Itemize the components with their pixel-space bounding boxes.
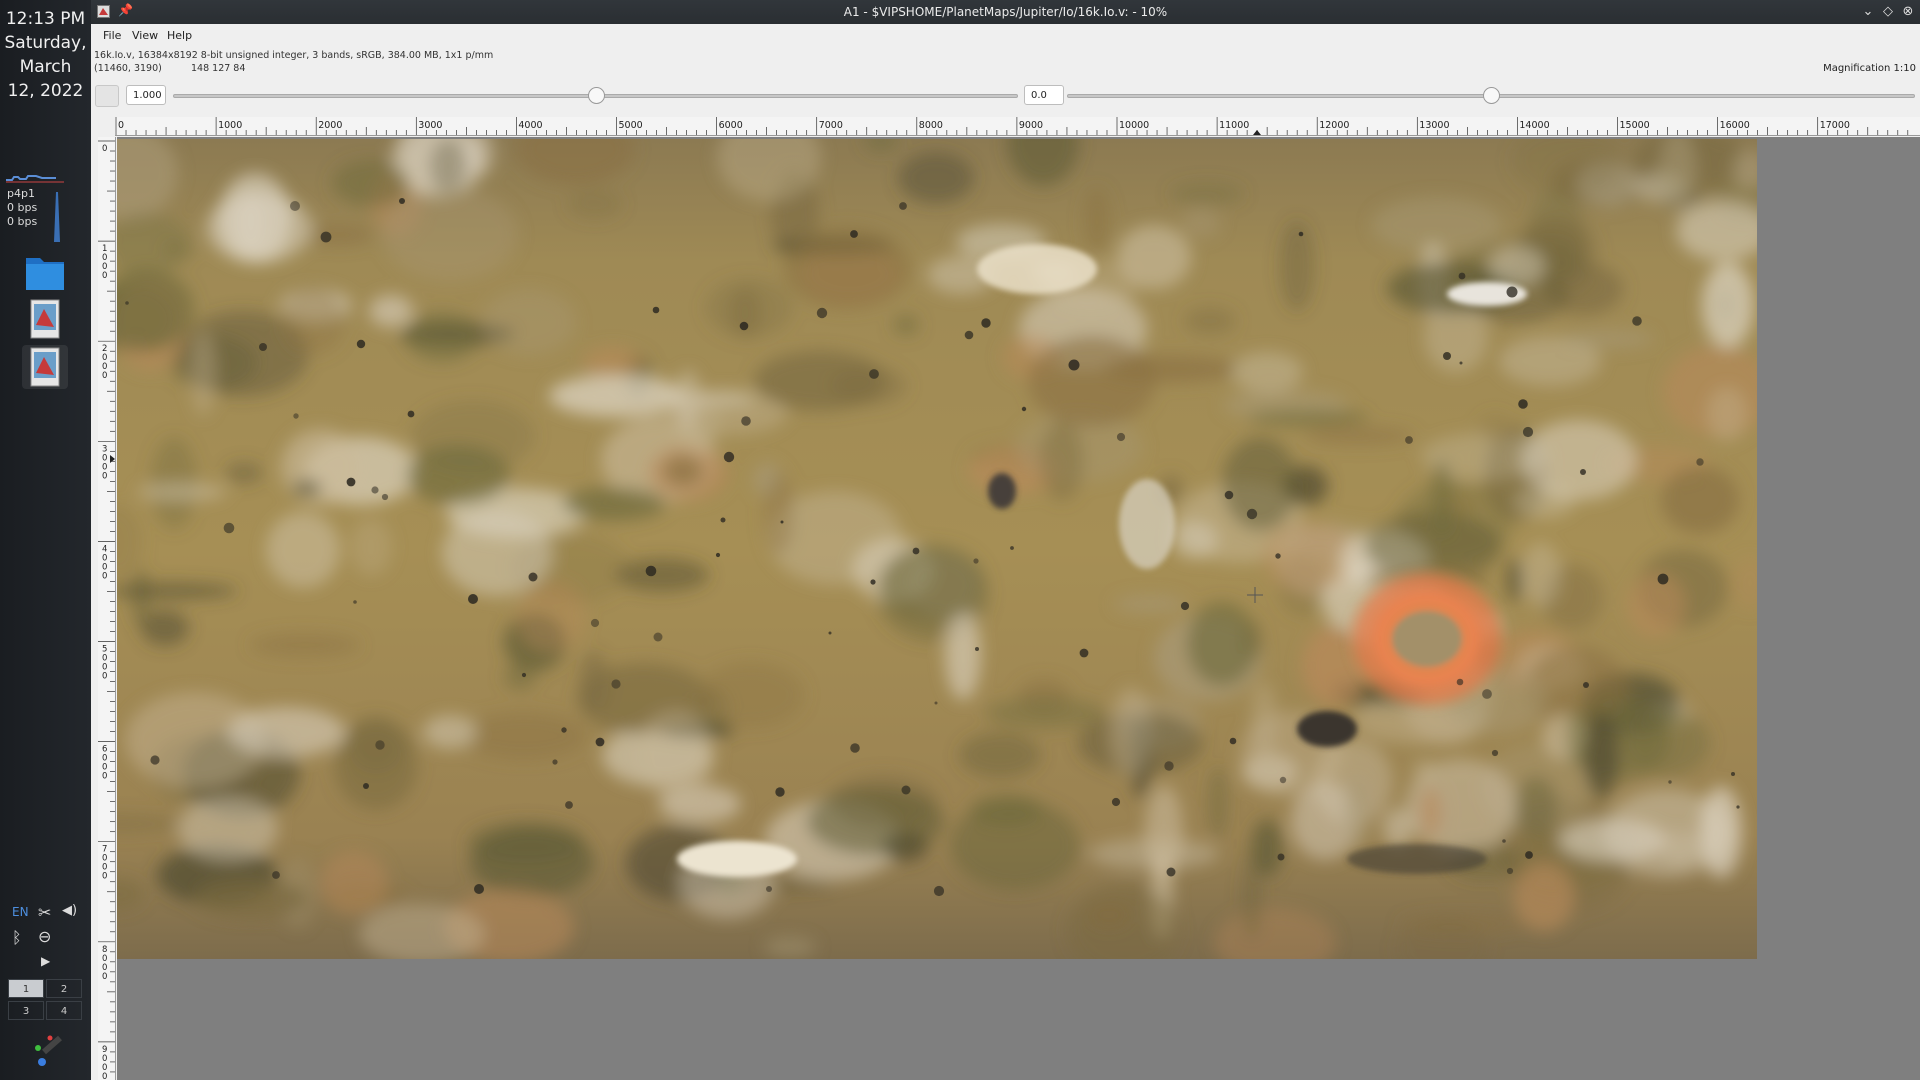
ruler-label: 6000 xyxy=(719,120,743,131)
menu-bar: File View Help xyxy=(91,24,1920,48)
network-monitor: p4p1 0 bps 0 bps xyxy=(7,187,37,229)
workspace-1[interactable]: 1 xyxy=(8,979,44,998)
ruler-cursor-marker xyxy=(110,455,115,463)
display-controls: 1.000 0.0 xyxy=(91,82,1920,112)
vertical-ruler: 0100020003000400050006000700080009000 xyxy=(98,137,116,1080)
ruler-label: 13000 xyxy=(1419,120,1449,131)
offset-input[interactable]: 0.0 xyxy=(1024,85,1064,105)
image-header-info: 16k.Io.v, 16384x8192 8-bit unsigned inte… xyxy=(94,50,494,61)
scissors-icon[interactable]: ✂ xyxy=(38,903,51,922)
ruler-label: 4000 xyxy=(518,120,542,131)
crosshair-cursor-icon xyxy=(1247,587,1263,603)
network-download: 0 bps xyxy=(7,201,38,214)
ruler-label: 14000 xyxy=(1519,120,1549,131)
bluetooth-icon[interactable]: ᛒ xyxy=(12,928,22,947)
ruler-label: 0 xyxy=(102,471,107,481)
vips-icon xyxy=(30,299,60,339)
ruler-label: 0 xyxy=(102,271,107,281)
vips-launcher[interactable] xyxy=(22,297,68,341)
options-menu-button[interactable] xyxy=(95,85,119,107)
usb-icon[interactable]: ⊖ xyxy=(38,927,51,946)
ruler-label: 0 xyxy=(118,120,124,131)
ruler-label: 0 xyxy=(102,972,107,982)
menu-view[interactable]: View xyxy=(132,29,158,42)
menu-file[interactable]: File xyxy=(103,29,121,42)
ruler-label: 16000 xyxy=(1720,120,1750,131)
magnification-label: Magnification 1:10 xyxy=(1823,63,1916,74)
ruler-label: 17000 xyxy=(1820,120,1850,131)
clock-day: Saturday, xyxy=(4,33,87,53)
ruler-label: 1000 xyxy=(218,120,242,131)
window-title: A1 - $VIPSHOME/PlanetMaps/Jupiter/Io/16k… xyxy=(843,5,1168,19)
workspace-pager: 1 2 3 4 xyxy=(8,979,84,1021)
ruler-label: 0 xyxy=(102,672,107,682)
ruler-label: 7000 xyxy=(819,120,843,131)
ruler-label: 3000 xyxy=(418,120,442,131)
clock-month: March xyxy=(19,57,72,77)
cursor-coordinates: (11460, 3190) xyxy=(94,63,162,74)
pixel-value: 148 127 84 xyxy=(191,63,246,74)
vertical-ruler-ticks: 0100020003000400050006000700080009000 xyxy=(98,140,115,1080)
ruler-label: 9000 xyxy=(1019,120,1043,131)
workspace-2[interactable]: 2 xyxy=(46,979,82,998)
volume-icon[interactable]: ◀) xyxy=(62,903,77,918)
ruler-label: 11000 xyxy=(1219,120,1249,131)
folder-icon xyxy=(26,258,64,290)
horizontal-ruler-ticks: 0 1000 2000 3000 4000 5000 6000 7000 8000 9000 100… xyxy=(115,117,1909,135)
close-icon[interactable]: ⊗ xyxy=(1898,2,1918,22)
ruler-label: 8000 xyxy=(919,120,943,131)
ruler-label: 15000 xyxy=(1620,120,1650,131)
minimize-icon[interactable]: ⌄ xyxy=(1858,2,1878,22)
clock-date: 12, 2022 xyxy=(7,81,84,101)
vips-image-window: 📌 A1 - $VIPSHOME/PlanetMaps/Jupiter/Io/1… xyxy=(91,0,1920,1080)
image-viewport[interactable] xyxy=(117,137,1920,1080)
clock-time: 12:13 PM xyxy=(5,9,86,29)
network-upload: 0 bps xyxy=(7,215,38,228)
ruler-label: 2000 xyxy=(318,120,342,131)
ruler-label: 0 xyxy=(102,371,107,381)
network-interface: p4p1 xyxy=(7,187,35,200)
maximize-icon[interactable]: ◇ xyxy=(1878,2,1898,22)
file-manager-launcher[interactable] xyxy=(22,250,68,294)
vips-icon xyxy=(30,347,60,387)
expand-tray-arrow-icon[interactable]: ▶ xyxy=(41,954,50,968)
ruler-label: 10000 xyxy=(1119,120,1149,131)
keyboard-layout-indicator[interactable]: EN xyxy=(12,905,29,919)
ruler-cursor-marker xyxy=(1253,130,1261,135)
workspace-3[interactable]: 3 xyxy=(8,1001,44,1020)
io-planet-map-image[interactable] xyxy=(117,139,1757,959)
scale-input[interactable]: 1.000 xyxy=(126,85,166,105)
ruler-label: 0 xyxy=(102,872,107,882)
title-bar[interactable]: 📌 A1 - $VIPSHOME/PlanetMaps/Jupiter/Io/1… xyxy=(91,0,1920,24)
scale-slider-handle[interactable] xyxy=(587,87,605,104)
menu-help[interactable]: Help xyxy=(167,29,192,42)
offset-slider-handle[interactable] xyxy=(1483,87,1500,104)
app-menu-icon[interactable] xyxy=(22,1024,68,1070)
ruler-label: 0 xyxy=(102,571,107,581)
clock[interactable]: 12:13 PM Saturday, March 12, 2022 xyxy=(0,7,91,103)
ruler-label: 5000 xyxy=(619,120,643,131)
ruler-label: 0 xyxy=(102,144,107,154)
workspace-4[interactable]: 4 xyxy=(46,1001,82,1020)
ruler-label: 12000 xyxy=(1319,120,1349,131)
ruler-label: 0 xyxy=(102,1072,107,1080)
ruler-label: 0 xyxy=(102,772,107,782)
vips-window-active[interactable] xyxy=(22,345,68,389)
horizontal-ruler: 0 1000 2000 3000 4000 5000 6000 7000 8000 9000 100… xyxy=(115,117,1920,136)
desktop-dock: 12:13 PM Saturday, March 12, 2022 p4p1 0… xyxy=(0,0,91,1080)
